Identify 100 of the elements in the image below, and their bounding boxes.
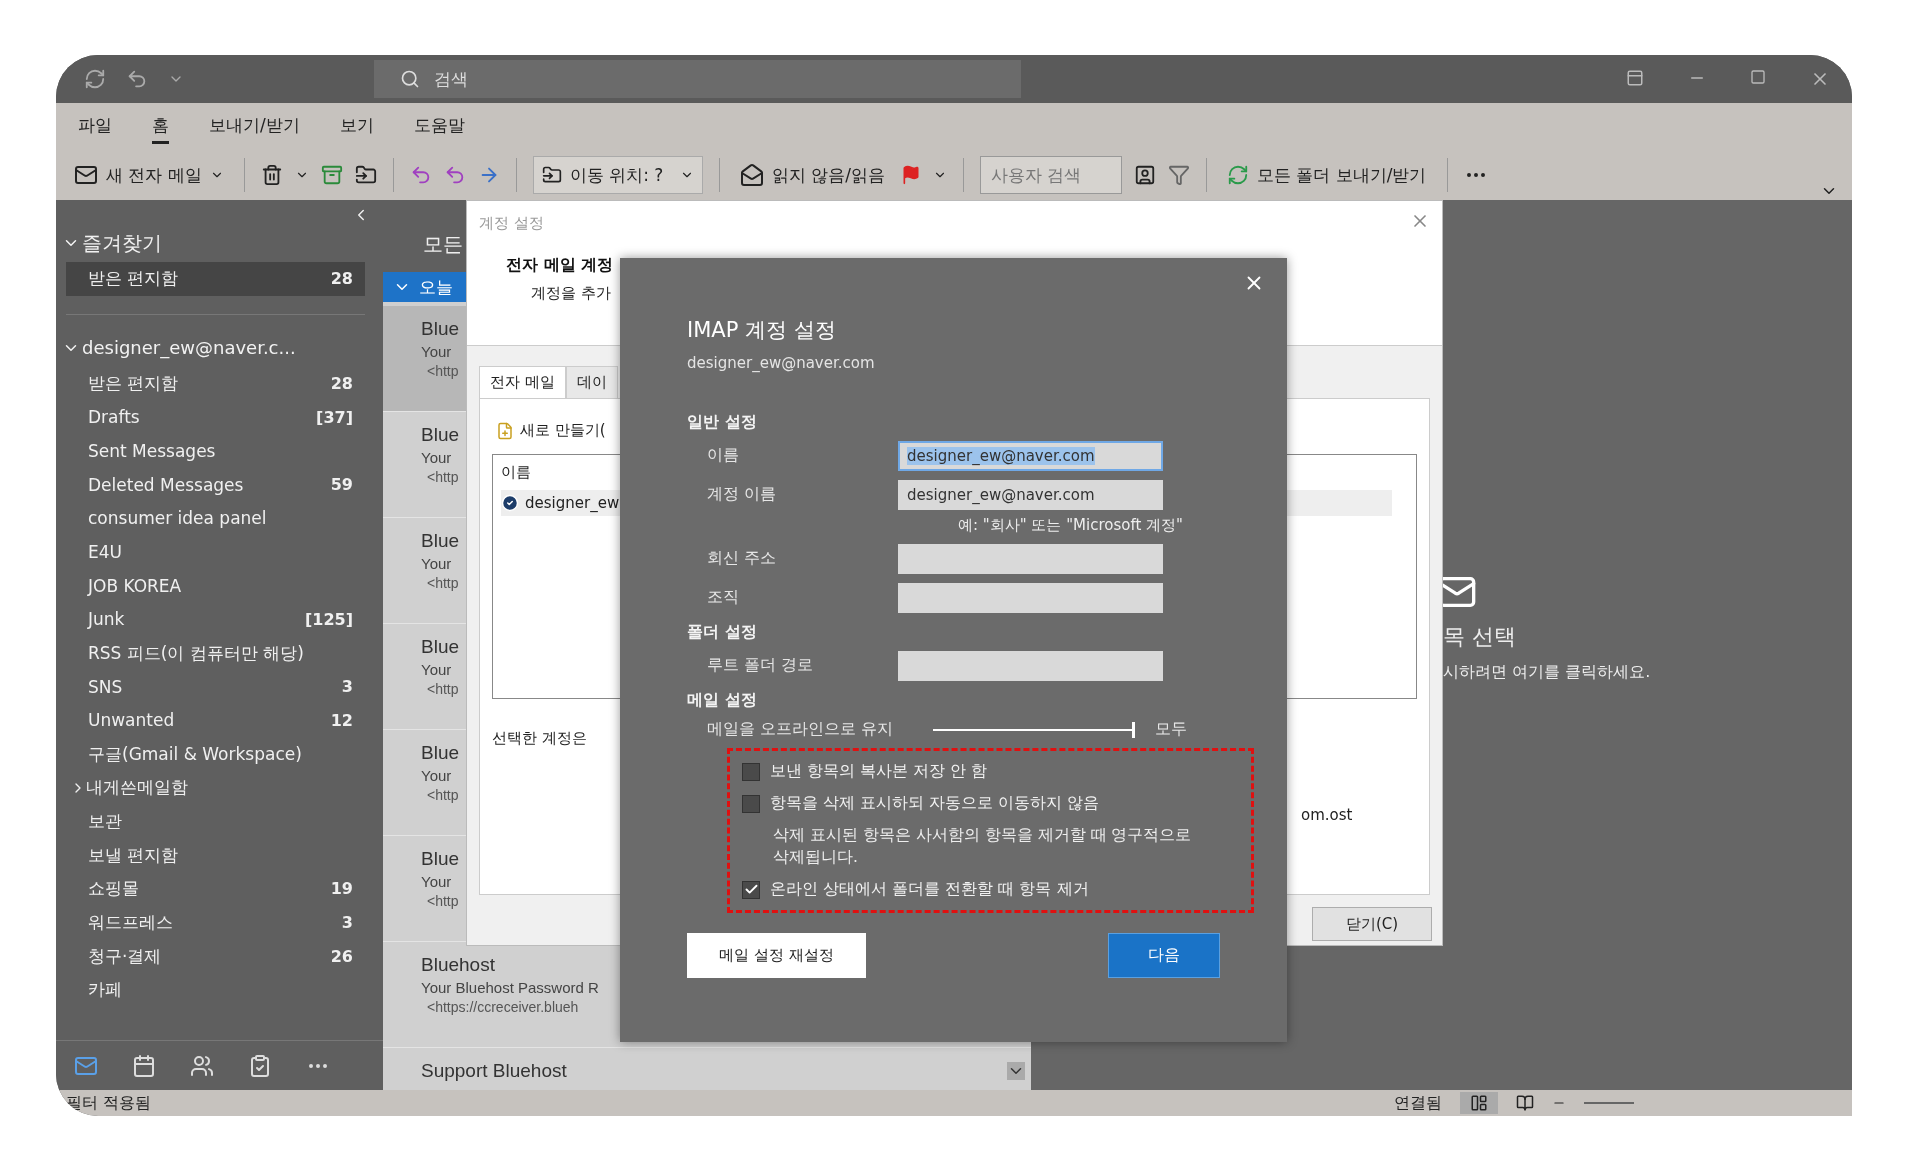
folder-item[interactable]: 쇼핑몰 19 <box>66 872 365 906</box>
folder-item[interactable]: 보관 <box>66 804 365 839</box>
folder-item[interactable]: 워드프레스 3 <box>66 905 365 940</box>
folder-item[interactable]: Deleted Messages 59 <box>66 467 365 502</box>
maximize-icon[interactable] <box>1750 69 1766 85</box>
sender: Blue <box>421 636 460 658</box>
folder-item[interactable]: 받은 편지함 28 <box>66 262 365 296</box>
dialog-tab[interactable]: 전자 메일 <box>479 366 566 398</box>
reset-button[interactable]: 메일 설정 재설정 <box>687 933 866 979</box>
text-field[interactable]: designer_ew@naver.com <box>898 441 1163 471</box>
preview: <http <box>426 575 459 591</box>
subject: Your <box>421 449 452 466</box>
reading-view-icon[interactable] <box>1516 1094 1534 1112</box>
undo-icon[interactable] <box>126 68 148 90</box>
folder-group-label[interactable]: 즐겨찾기 <box>82 229 162 257</box>
sender: Blue <box>421 424 460 446</box>
preview: <http <box>426 787 459 803</box>
move-to-label: 이동 위치: ? <box>569 163 664 187</box>
text-field[interactable] <box>898 651 1163 681</box>
menu-tab[interactable]: 보기 <box>339 109 374 144</box>
folder-item[interactable]: Junk [125] <box>66 602 365 637</box>
close-button[interactable]: 닫기(C) <box>1312 907 1432 941</box>
connection-status: 연결됨 <box>1394 1092 1442 1114</box>
read-unread-button[interactable]: 읽지 않음/읽음 <box>735 159 889 191</box>
reading-pane-hint: 시하려면 여기를 클릭하세요. <box>1443 662 1652 683</box>
open-envelope-icon <box>739 163 764 187</box>
move-to-dropdown[interactable]: 이동 위치: ? <box>532 156 703 194</box>
filter-icon[interactable] <box>1167 164 1190 186</box>
dialog-title: 계정 설정 <box>479 214 544 232</box>
search-field[interactable]: 검색 <box>374 60 1021 98</box>
data-file-path: om.ost <box>1301 806 1353 824</box>
menu-tab[interactable]: 홈 <box>152 109 169 144</box>
sender: Bluehost <box>421 954 495 976</box>
folder-item[interactable]: SNS 3 <box>66 669 365 704</box>
people-icon[interactable] <box>190 1053 214 1078</box>
delete-icon[interactable] <box>260 164 283 186</box>
checkbox-label: 온라인 상태에서 폴더를 전환할 때 항목 제거 <box>770 879 1089 901</box>
dialog-tab[interactable]: 데이 <box>565 366 618 398</box>
folder-item[interactable]: 받은 편지함 28 <box>66 366 365 401</box>
text-field[interactable] <box>898 583 1163 613</box>
folder-item[interactable]: RSS 피드(이 컴퓨터만 해당) <box>66 636 365 670</box>
preview: <https://ccreceiver.blueh <box>426 999 579 1015</box>
folder-icon <box>541 165 562 185</box>
people-search-field[interactable]: 사용자 검색 <box>979 156 1122 194</box>
subject: Your Bluehost Password R <box>421 979 599 996</box>
field-label: 이름 <box>707 445 739 466</box>
folder-item[interactable]: 구글(Gmail & Workspace) <box>66 737 365 771</box>
section-heading: 일반 설정 <box>687 412 758 433</box>
slider-thumb[interactable] <box>1132 721 1136 738</box>
folder-item[interactable]: 카페 <box>66 973 365 1007</box>
next-button[interactable]: 다음 <box>1108 933 1220 979</box>
checkbox-label: 항목을 삭제 표시하되 자동으로 이동하지 않음 <box>770 793 1100 814</box>
folder-item[interactable]: E4U <box>66 535 365 569</box>
folder-item[interactable]: 내게쓴메일함 <box>66 770 365 805</box>
checkbox[interactable] <box>742 794 760 813</box>
tasks-icon[interactable] <box>248 1053 272 1078</box>
folder-item[interactable]: 보낼 편지함 <box>66 838 365 872</box>
folder-item[interactable]: Drafts [37] <box>66 400 365 435</box>
folder-item[interactable]: Unwanted 12 <box>66 703 365 738</box>
menu-tab[interactable]: 도움말 <box>413 109 465 144</box>
normal-view-button[interactable] <box>1460 1092 1498 1114</box>
checkbox[interactable] <box>742 880 760 899</box>
address-book-icon[interactable] <box>1133 164 1156 186</box>
slider-label: 메일을 오프라인으로 유지 <box>707 719 894 740</box>
mail-icon <box>74 163 98 187</box>
sender: Blue <box>421 530 460 552</box>
preview: <http <box>426 681 459 697</box>
menu-tab[interactable]: 파일 <box>78 109 112 144</box>
scroll-down-icon[interactable] <box>1007 1062 1025 1080</box>
new-mail-button[interactable]: 새 전자 메일 <box>70 159 228 191</box>
preview: <http <box>426 363 459 379</box>
text-field[interactable]: designer_ew@naver.com <box>898 480 1163 510</box>
section-heading: 폴더 설정 <box>687 622 758 643</box>
list-tab[interactable]: 모든 <box>423 231 463 258</box>
layout-icon[interactable] <box>1626 69 1644 87</box>
folder-item[interactable]: 청구·결제 26 <box>66 939 365 974</box>
checkbox-label: 보낸 항목의 복사본 저장 안 함 <box>770 761 988 782</box>
sync-icon[interactable] <box>84 68 106 90</box>
calendar-icon[interactable] <box>132 1053 156 1078</box>
preview: <http <box>426 893 459 909</box>
search-icon <box>400 69 420 89</box>
folder-item[interactable]: JOB KOREA <box>66 568 365 603</box>
move-icon[interactable] <box>354 164 377 186</box>
folder-item[interactable]: Sent Messages <box>66 434 365 468</box>
field-label: 계정 이름 <box>707 484 777 505</box>
section-heading: 메일 설정 <box>687 690 758 711</box>
checkbox[interactable] <box>742 762 760 781</box>
text-field[interactable] <box>898 544 1163 574</box>
archive-icon[interactable] <box>320 164 343 186</box>
folder-group-label[interactable]: designer_ew@naver.c... <box>82 337 296 359</box>
subject: Your <box>421 873 452 890</box>
dialog-heading: 전자 메일 계정 <box>506 255 615 276</box>
reading-pane-title: 목 선택 <box>1443 623 1517 651</box>
new-account-button[interactable]: 새로 만들기( <box>492 421 606 440</box>
sender: Blue <box>421 742 460 764</box>
menu-tab[interactable]: 보내기/받기 <box>209 109 300 144</box>
option-note: 삭제 표시된 항목은 사서함의 항목을 제거할 때 영구적으로 삭제됩니다. <box>773 825 1193 868</box>
preview: <http <box>426 469 459 485</box>
folder-item[interactable]: consumer idea panel <box>66 501 365 536</box>
send-receive-button[interactable]: 모든 폴더 보내기/받기 <box>1222 159 1431 191</box>
